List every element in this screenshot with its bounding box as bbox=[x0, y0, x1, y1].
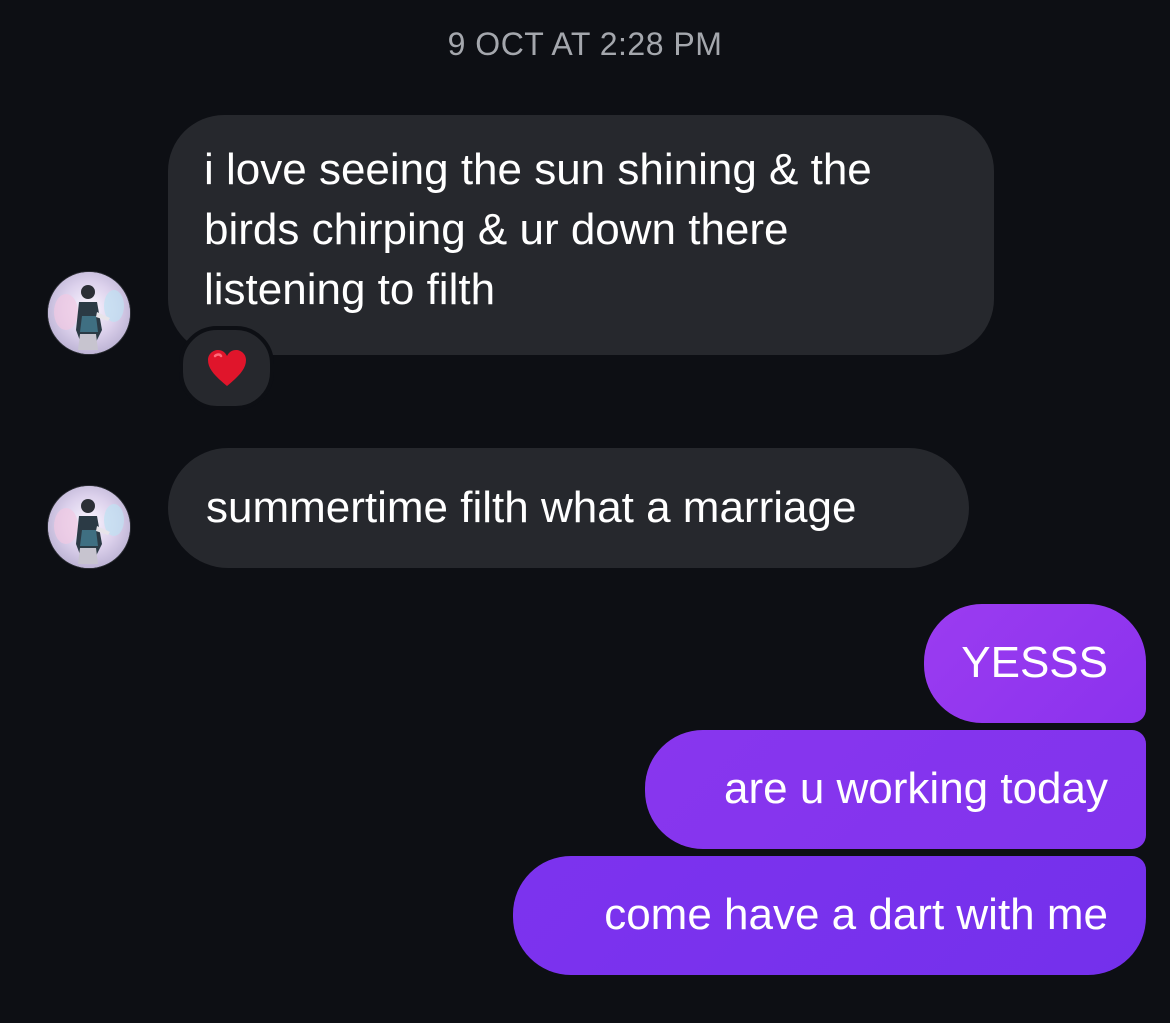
message-text: come have a dart with me bbox=[604, 890, 1108, 939]
heart-emoji-icon bbox=[207, 350, 246, 386]
outgoing-message-bubble[interactable]: YESSS bbox=[924, 604, 1146, 723]
incoming-message-bubble[interactable]: i love seeing the sun shining & the bird… bbox=[168, 115, 994, 355]
outgoing-message-bubble[interactable]: come have a dart with me bbox=[513, 856, 1146, 975]
message-text: summertime filth what a marriage bbox=[206, 483, 857, 532]
message-text: YESSS bbox=[961, 638, 1108, 687]
outgoing-message-bubble[interactable]: are u working today bbox=[645, 730, 1146, 849]
contact-avatar[interactable] bbox=[48, 272, 130, 354]
incoming-message-bubble[interactable]: summertime filth what a marriage bbox=[168, 448, 969, 568]
message-timestamp: 9 OCT AT 2:28 PM bbox=[447, 26, 723, 62]
avatar-photo-icon bbox=[48, 486, 130, 568]
message-text: are u working today bbox=[724, 764, 1108, 813]
contact-avatar[interactable] bbox=[48, 486, 130, 568]
avatar-photo-icon bbox=[48, 272, 130, 354]
message-text: i love seeing the sun shining & the bird… bbox=[204, 145, 872, 314]
message-reaction[interactable] bbox=[179, 326, 274, 410]
